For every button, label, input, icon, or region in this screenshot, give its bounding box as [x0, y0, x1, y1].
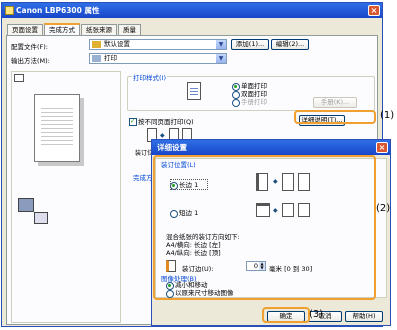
add-profile-button[interactable]: 添加(1)...	[231, 39, 269, 50]
preview-toggle-icon[interactable]	[14, 74, 24, 82]
output-label: 输出方法(M):	[11, 57, 50, 65]
print-icon	[92, 55, 101, 62]
radio-duplex[interactable]: 双面打印	[232, 90, 267, 99]
window-title: Canon LBP6300 属性	[16, 6, 100, 15]
help-button[interactable]: 帮助(H)	[345, 311, 383, 322]
radio-booklet[interactable]: 手册打印	[232, 98, 267, 107]
booklet-button[interactable]: 手册(K)...	[313, 97, 357, 108]
printer-icon	[18, 198, 34, 212]
output-value: 打印	[104, 54, 117, 62]
printer-app-icon	[5, 6, 14, 15]
profile-icon	[92, 41, 101, 48]
highlight-details-button	[294, 110, 376, 124]
profile-select[interactable]: 默认设置 ▼	[89, 39, 227, 50]
callout-3: (3)	[309, 309, 324, 320]
tab-page-setup[interactable]: 页面设置	[7, 24, 43, 35]
chevron-down-icon[interactable]: ▼	[216, 40, 226, 49]
preview-area	[11, 71, 121, 323]
highlight-binding-area	[153, 155, 376, 300]
callout-2: (2)	[376, 203, 391, 214]
arrow-right-icon: ◆	[160, 132, 165, 139]
profile-value: 默认设置	[104, 40, 130, 48]
radio-simplex[interactable]: 单面打印	[232, 82, 267, 91]
collate-checkbox[interactable]: 按不同页面打印(Q)	[129, 117, 194, 126]
single-page-icon	[187, 82, 201, 100]
tab-quality[interactable]: 质量	[118, 24, 141, 35]
window-titlebar: Canon LBP6300 属性 ×	[2, 3, 382, 18]
dialog-title: 详细设置	[157, 143, 187, 152]
settings-icon	[34, 212, 48, 224]
tab-strip: 页面设置 完成方式 纸张来源 质量	[7, 23, 142, 35]
callout-1: (1)	[380, 110, 395, 121]
highlight-ok-button	[262, 307, 310, 323]
chevron-down-icon[interactable]: ▼	[216, 54, 226, 63]
edit-profile-button[interactable]: 编辑(2)...	[271, 39, 309, 50]
page-preview-image	[34, 94, 80, 162]
print-style-label: 打印样式(I)	[132, 72, 167, 82]
tab-paper-source[interactable]: 纸张来源	[81, 24, 117, 35]
close-icon[interactable]: ×	[368, 5, 380, 16]
tab-finishing[interactable]: 完成方式	[44, 23, 80, 35]
output-select[interactable]: 打印 ▼	[89, 53, 227, 64]
profile-label: 配置文件(F):	[11, 43, 49, 51]
dialog-titlebar: 详细设置 ×	[152, 140, 390, 155]
close-icon[interactable]: ×	[376, 142, 388, 153]
